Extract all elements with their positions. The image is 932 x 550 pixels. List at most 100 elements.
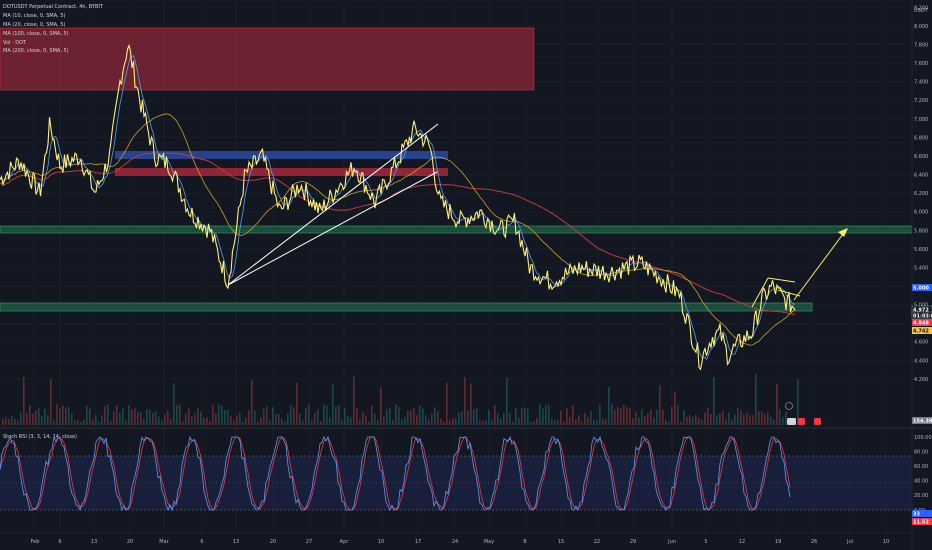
volume-bar: [161, 420, 163, 425]
volume-bar: [536, 418, 538, 425]
volume-bar: [152, 412, 154, 425]
volume-bar: [155, 411, 157, 425]
volume-bar: [134, 408, 136, 425]
legend-ma-10[interactable]: MA (10, close, 0, SMA, 5): [3, 13, 66, 19]
price-badge-label: 4.742: [913, 329, 929, 335]
volume-bar: [98, 421, 100, 425]
volume-bar: [725, 419, 727, 425]
volume-bar: [506, 378, 508, 425]
volume-bar: [563, 421, 565, 425]
support-zone-green[interactable]: [0, 302, 813, 312]
volume-bar: [761, 411, 763, 425]
volume-bar: [764, 414, 766, 425]
volume-bar: [566, 408, 568, 425]
volume-bar: [44, 408, 46, 425]
volume-bar: [740, 410, 742, 425]
volume-bar: [416, 415, 418, 425]
x-tick-label: 26: [811, 539, 817, 545]
volume-bar: [272, 407, 274, 425]
volume-bar: [695, 414, 697, 425]
price-badge-label: 5.000: [913, 286, 929, 292]
volume-bar: [611, 404, 613, 425]
volume-bar: [680, 421, 682, 425]
volume-bar: [389, 407, 391, 425]
volume-bar: [269, 420, 271, 425]
volume-bar: [146, 409, 148, 425]
x-tick-label: 22: [594, 539, 600, 545]
volume-bar: [782, 417, 784, 425]
chart-root: USDT 8.200 8.000 7.800 7.600 7.400 7.200 7.000…: [0, 0, 932, 550]
volume-bar: [110, 420, 112, 425]
volume-bar: [659, 385, 661, 425]
volume-bar: [578, 415, 580, 425]
volume-bar: [524, 407, 526, 425]
volume-bar: [140, 411, 142, 425]
volume-bar: [137, 411, 139, 425]
volume-bar: [689, 415, 691, 425]
volume-bar: [26, 412, 28, 425]
volume-bar: [230, 415, 232, 425]
volume-bar: [698, 417, 700, 425]
y-tick-label: 6.200: [914, 191, 928, 197]
volume-bar: [500, 418, 502, 425]
legend-volume[interactable]: Vol · DOT: [3, 40, 27, 46]
x-tick-label: 27: [306, 539, 312, 545]
volume-bar: [104, 406, 106, 425]
volume-bar: [620, 408, 622, 425]
chart-canvas[interactable]: USDT 8.2008.0007.8007.6007.4007.2007.000…: [0, 0, 932, 550]
x-tick-label: Jul: [846, 539, 853, 545]
volume-bar: [458, 412, 460, 425]
x-tick-label: 15: [558, 539, 564, 545]
news-flag-icon[interactable]: [814, 418, 821, 425]
resistance-zone-red[interactable]: [115, 168, 448, 176]
volume-bar: [371, 405, 373, 425]
legend-ma-20[interactable]: MA (20, close, 0, SMA, 5): [3, 22, 66, 28]
volume-bar: [614, 409, 616, 425]
volume-bar: [356, 408, 358, 425]
earnings-flag-icon[interactable]: [787, 418, 796, 425]
volume-bar: [170, 418, 172, 425]
volume-bar: [95, 414, 97, 425]
volume-bar: [386, 409, 388, 425]
volume-bar: [257, 421, 259, 425]
x-tick-label: 20: [270, 539, 276, 545]
volume-bar: [32, 413, 34, 425]
stoch-y-tick-label: 100.00: [914, 435, 932, 441]
volume-bar: [80, 421, 82, 425]
volume-bar: [83, 419, 85, 425]
volume-bar: [248, 410, 250, 425]
x-tick-label: 8: [523, 539, 526, 545]
volume-bar: [713, 377, 715, 425]
stoch-rsi-title[interactable]: Stoch RSI (3, 3, 14, 14, close): [3, 434, 77, 440]
dividend-flag-icon[interactable]: [798, 418, 805, 425]
volume-bar: [158, 416, 160, 425]
legend-ma-100[interactable]: MA (100, close, 0, SMA, 5): [3, 31, 69, 37]
volume-bar: [494, 405, 496, 425]
x-tick-label: Mar: [159, 539, 169, 545]
volume-bar: [206, 417, 208, 425]
y-tick-label: 5.600: [914, 247, 928, 253]
volume-bar: [587, 417, 589, 425]
volume-bar: [785, 411, 787, 425]
volume-bar: [773, 419, 775, 425]
volume-bar: [182, 421, 184, 425]
volume-bar: [173, 383, 175, 425]
volume-bar: [305, 408, 307, 425]
volume-bar: [326, 405, 328, 425]
volume-bar: [143, 419, 145, 425]
legend-ma-200[interactable]: MA (200, close, 0, SMA, 5): [3, 48, 69, 54]
x-tick-label: 12: [739, 539, 745, 545]
volume-bar: [332, 384, 334, 425]
volume-bar: [188, 408, 190, 425]
supply-zone-top[interactable]: [0, 27, 535, 91]
x-tick-label: 13: [233, 539, 239, 545]
volume-bar: [92, 419, 94, 425]
volume-bar: [734, 414, 736, 425]
volume-bar: [17, 420, 19, 425]
event-marker-icon[interactable]: [785, 402, 793, 410]
volume-bar: [410, 410, 412, 425]
volume-bar: [440, 418, 442, 425]
x-tick-label: 29: [630, 539, 636, 545]
x-tick-label: 6: [200, 539, 203, 545]
volume-bar: [239, 412, 241, 425]
